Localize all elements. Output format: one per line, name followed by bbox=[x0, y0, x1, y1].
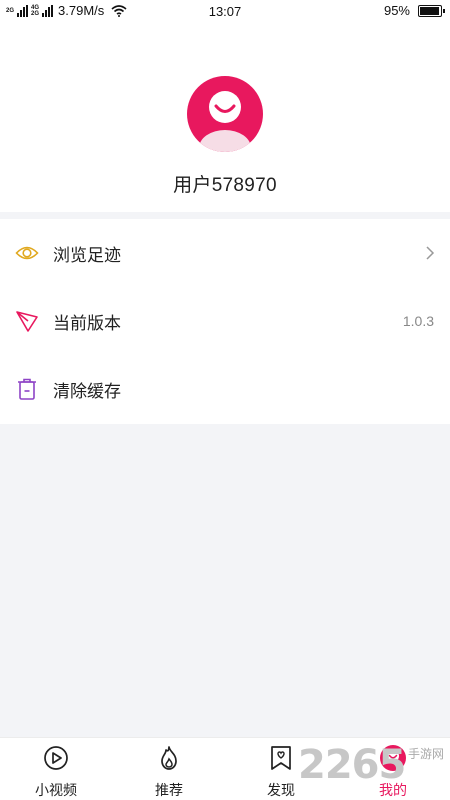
chevron-right-icon bbox=[426, 246, 435, 260]
profile-header: 用户578970 bbox=[0, 24, 450, 212]
eye-icon bbox=[15, 246, 39, 260]
menu-item-label: 清除缓存 bbox=[53, 381, 121, 401]
menu-item-current-version[interactable]: 当前版本 1.0.3 bbox=[0, 287, 450, 355]
trash-icon bbox=[18, 378, 36, 400]
status-bar: 2G 4G 2G 3.79M/s 13:07 95% bbox=[0, 0, 450, 24]
battery-percent: 95% bbox=[383, 3, 410, 18]
flame-icon bbox=[161, 746, 177, 770]
menu-item-browse-history[interactable]: 浏览足迹 bbox=[0, 219, 450, 287]
status-time: 13:07 bbox=[208, 4, 242, 19]
tab-recommend[interactable]: 推荐 bbox=[124, 738, 214, 800]
menu-item-label: 浏览足迹 bbox=[53, 245, 121, 265]
watermark-number: 2265 bbox=[298, 742, 406, 788]
avatar[interactable] bbox=[187, 76, 263, 152]
status-right: 95% bbox=[383, 3, 445, 18]
smile-avatar-icon bbox=[199, 91, 251, 152]
paper-plane-icon bbox=[16, 311, 38, 332]
username: 用户578970 bbox=[173, 175, 277, 196]
version-number: 1.0.3 bbox=[402, 313, 434, 329]
watermark-logo: 2265 手游网 bbox=[298, 742, 448, 790]
tab-label: 推荐 bbox=[155, 782, 183, 798]
tab-short-video[interactable]: 小视频 bbox=[11, 738, 101, 800]
play-circle-icon bbox=[44, 746, 68, 770]
battery-icon bbox=[418, 4, 445, 17]
settings-menu: 浏览足迹 当前版本 1.0.3 清除缓存 bbox=[0, 219, 450, 424]
menu-item-label: 当前版本 bbox=[53, 313, 121, 333]
menu-item-clear-cache[interactable]: 清除缓存 bbox=[0, 355, 450, 423]
watermark-text: 手游网 bbox=[407, 747, 444, 761]
tab-label: 小视频 bbox=[35, 782, 77, 798]
bookmark-heart-icon bbox=[271, 746, 291, 770]
